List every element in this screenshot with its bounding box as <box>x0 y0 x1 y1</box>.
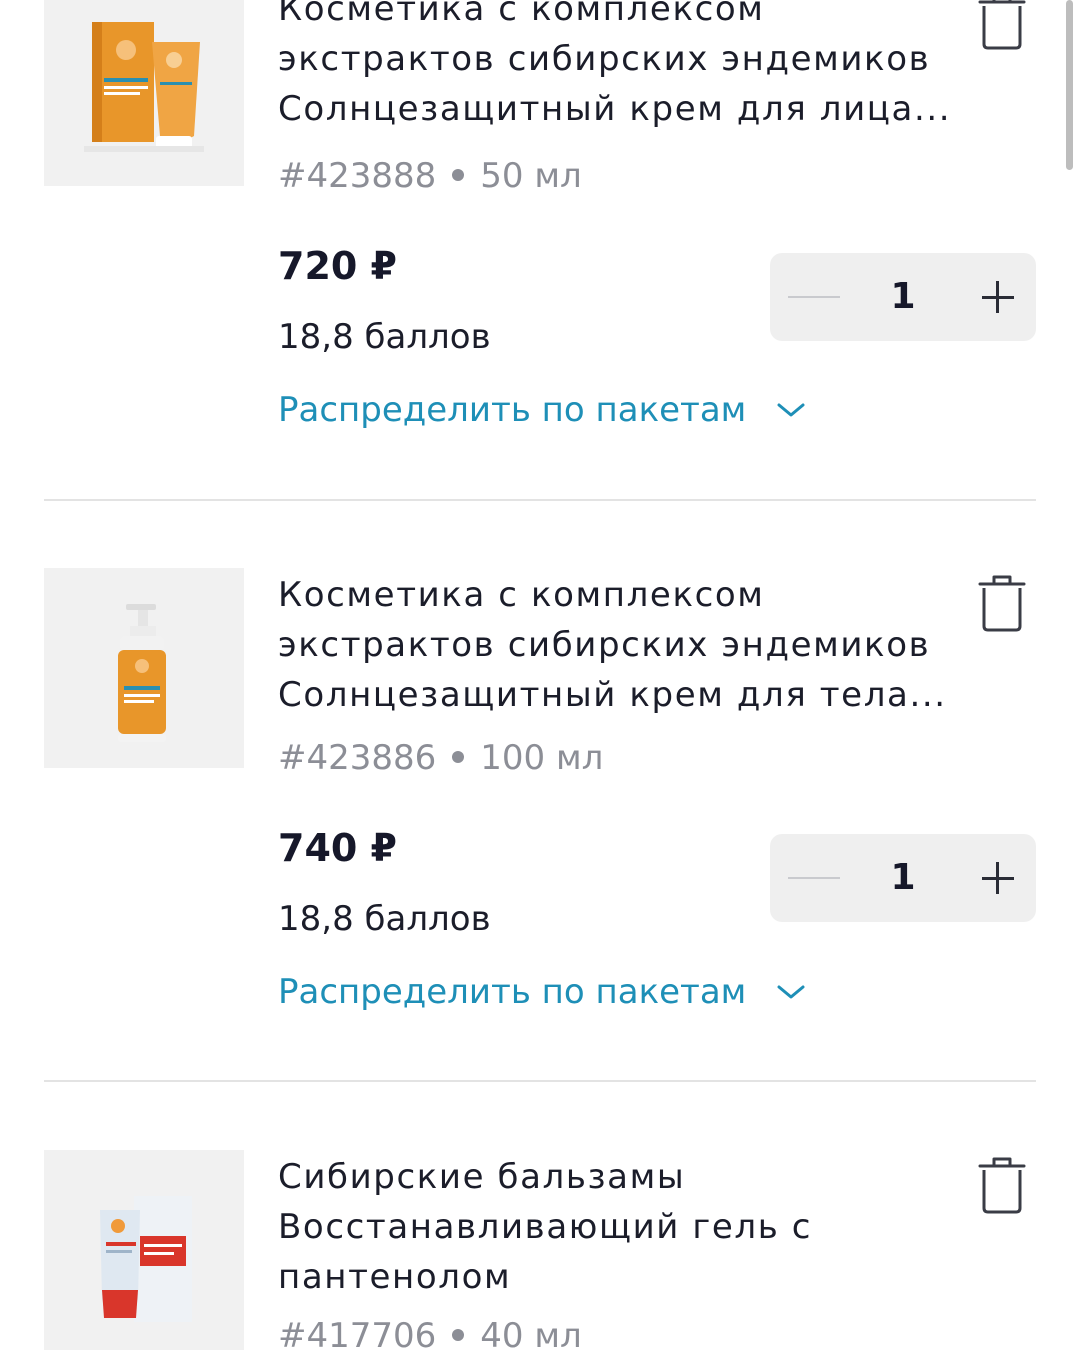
trash-icon[interactable] <box>972 570 1032 634</box>
product-title-line: Восстанавливающий гель с <box>278 1207 813 1247</box>
separator-dot <box>452 750 465 763</box>
product-points: 18,8 баллов <box>278 899 491 939</box>
item-divider <box>44 499 1036 501</box>
scrollbar-thumb[interactable] <box>1066 0 1073 170</box>
chevron-down-icon <box>777 403 805 417</box>
product-sku: #417706 <box>278 1316 437 1350</box>
product-title-line: экстрактов сибирских эндемиков <box>278 39 931 79</box>
product-meta: #417706 40 мл <box>278 1316 582 1350</box>
item-divider <box>44 1080 1036 1082</box>
product-title[interactable]: Косметика с комплексом экстрактов сибирс… <box>278 0 958 134</box>
quantity-value: 1 <box>890 857 916 898</box>
product-price: 740 ₽ <box>278 826 397 870</box>
increase-quantity-button[interactable] <box>970 850 1026 906</box>
product-image[interactable] <box>44 568 244 768</box>
quantity-stepper: 1 <box>770 834 1036 922</box>
chevron-down-icon <box>777 985 805 999</box>
separator-dot <box>452 1328 465 1341</box>
decrease-quantity-button[interactable] <box>786 269 842 325</box>
distribute-by-packages-link[interactable]: Распределить по пакетам <box>278 972 806 1012</box>
distribute-label: Распределить по пакетам <box>278 972 747 1012</box>
product-title[interactable]: Косметика с комплексом экстрактов сибирс… <box>278 570 958 720</box>
distribute-label: Распределить по пакетам <box>278 390 747 430</box>
product-volume: 40 мл <box>480 1316 582 1350</box>
product-title[interactable]: Сибирские бальзамы Восстанавливающий гел… <box>278 1152 958 1302</box>
product-title-line: Солнцезащитный крем для тела... <box>278 675 947 715</box>
trash-icon[interactable] <box>972 0 1032 52</box>
product-title-line: Солнцезащитный крем для лица... <box>278 89 952 129</box>
distribute-by-packages-link[interactable]: Распределить по пакетам <box>278 390 806 430</box>
product-image[interactable] <box>44 1150 244 1350</box>
product-points: 18,8 баллов <box>278 317 491 357</box>
product-title-line: Косметика с комплексом <box>278 0 765 29</box>
product-sku: #423886 <box>278 738 437 778</box>
quantity-value: 1 <box>890 276 916 317</box>
product-meta: #423888 50 мл <box>278 156 582 196</box>
quantity-stepper: 1 <box>770 253 1036 341</box>
product-volume: 50 мл <box>480 156 582 196</box>
product-title-line: Косметика с комплексом <box>278 575 765 615</box>
product-volume: 100 мл <box>480 738 604 778</box>
product-meta: #423886 100 мл <box>278 738 603 778</box>
product-price: 720 ₽ <box>278 244 397 288</box>
separator-dot <box>452 168 465 181</box>
product-title-line: Сибирские бальзамы <box>278 1157 686 1197</box>
decrease-quantity-button[interactable] <box>786 850 842 906</box>
cart-page: Косметика с комплексом экстрактов сибирс… <box>0 0 1080 1350</box>
product-title-line: экстрактов сибирских эндемиков <box>278 625 931 665</box>
product-sku: #423888 <box>278 156 437 196</box>
product-image[interactable] <box>44 0 244 186</box>
product-title-line: пантенолом <box>278 1257 512 1297</box>
increase-quantity-button[interactable] <box>970 269 1026 325</box>
trash-icon[interactable] <box>972 1152 1032 1216</box>
